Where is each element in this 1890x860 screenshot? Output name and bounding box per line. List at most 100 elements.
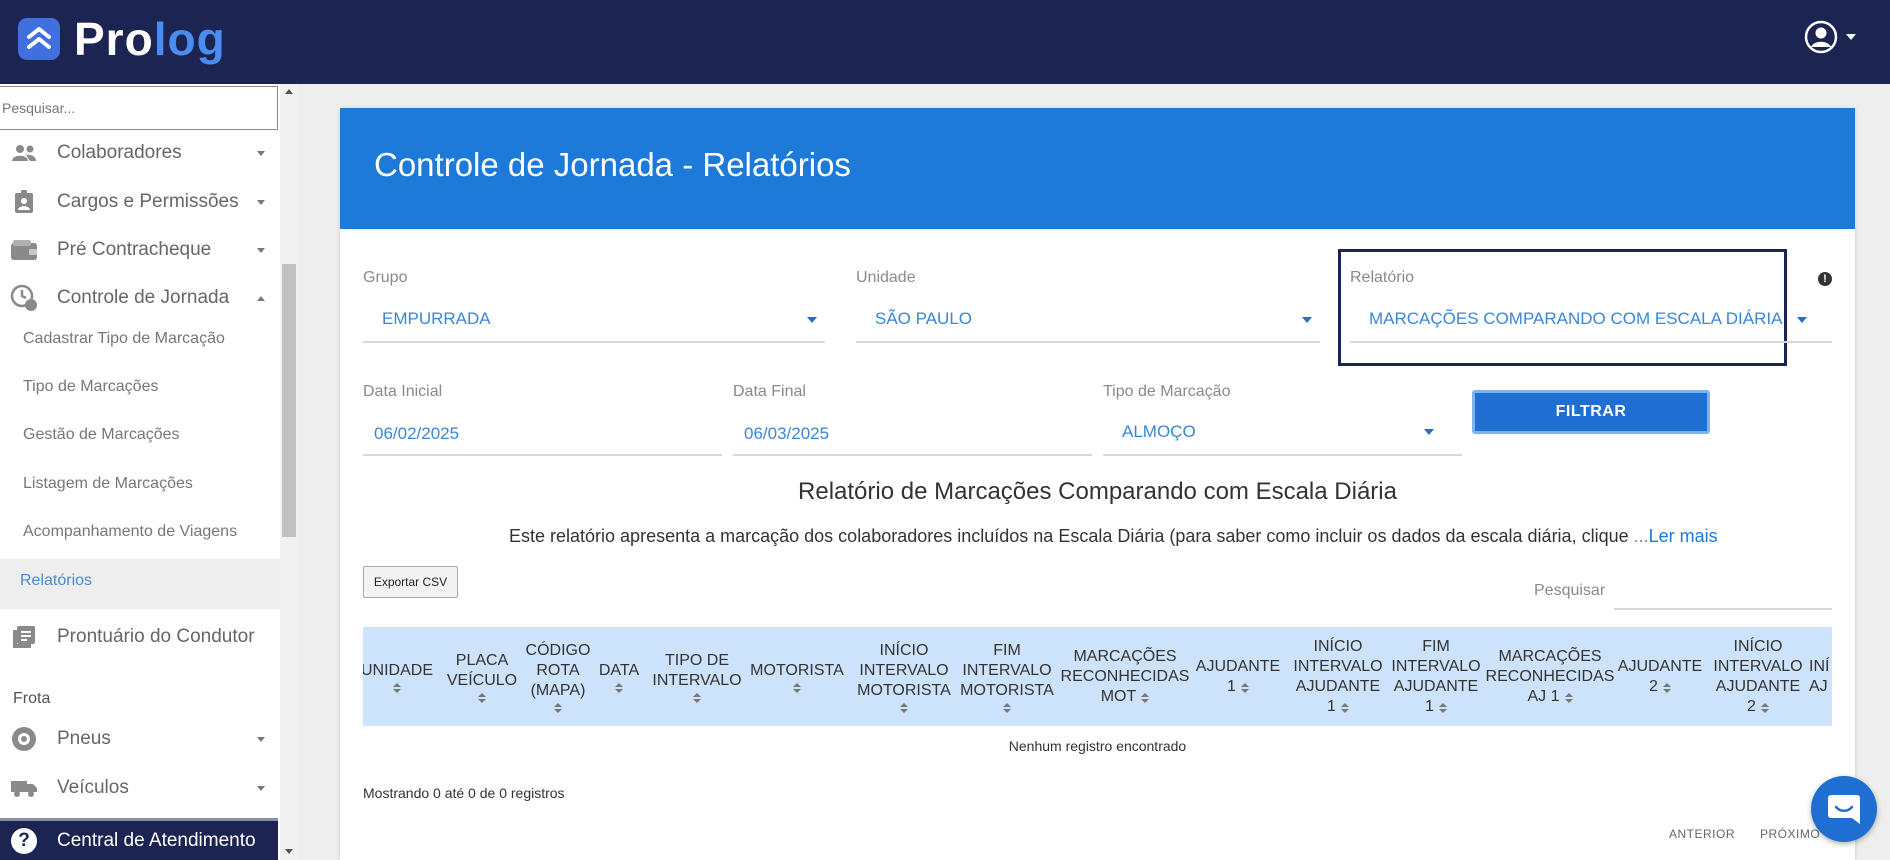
sidebar-subitem-acompanhamento[interactable]: Acompanhamento de Viagens [23, 523, 237, 541]
data-final-value: 06/03/2025 [744, 424, 830, 443]
info-icon[interactable]: ! [1818, 272, 1832, 286]
chevron-down-icon [807, 317, 817, 323]
sidebar-item-pre-contracheque[interactable]: Pré Contracheque [0, 230, 280, 270]
read-more-link[interactable]: Ler mais [1649, 526, 1718, 546]
pagination-prev-button[interactable]: ANTERIOR [1669, 827, 1735, 841]
filtrar-button[interactable]: FILTRAR [1472, 390, 1710, 434]
report-card: Controle de Jornada - Relatórios Grupo E… [340, 108, 1855, 860]
sidebar-search-input[interactable] [0, 86, 278, 130]
sort-icon [1240, 682, 1249, 693]
help-center-label: Central de Atendimento [57, 829, 256, 851]
report-description: Este relatório apresenta a marcação dos … [509, 526, 1718, 547]
help-center-button[interactable]: ? Central de Atendimento [0, 818, 278, 860]
sidebar-subitem-cadastrar-tipo[interactable]: Cadastrar Tipo de Marcação [23, 330, 225, 348]
unidade-underline [856, 341, 1320, 343]
data-final-underline [733, 454, 1092, 456]
column-header-motorista[interactable]: MOTORISTA [747, 627, 847, 726]
unidade-label: Unidade [856, 269, 916, 286]
relatorio-focus-outline [1338, 249, 1787, 366]
chevron-down-icon [257, 150, 265, 156]
document-list-icon [10, 623, 38, 651]
sidebar-item-label: Pneus [57, 728, 111, 749]
column-header-inicio-intervalo-motorista[interactable]: INÍCIO INTERVALO MOTORISTA [853, 627, 955, 726]
report-description-text: Este relatório apresenta a marcação dos … [509, 526, 1629, 546]
sort-icon [1141, 692, 1150, 703]
sidebar-item-label: Prontuário do Condutor [57, 626, 255, 647]
sidebar-item-label: Pré Contracheque [57, 239, 212, 260]
column-header-unidade[interactable]: UNIDADE [363, 627, 433, 726]
data-inicial-label: Data Inicial [363, 383, 443, 400]
column-header-marcacoes-mot[interactable]: MARCAÇÕES RECONHECIDAS MOT [1060, 627, 1190, 726]
sidebar-item-controle-jornada[interactable]: Controle de Jornada [0, 278, 280, 318]
tire-icon [10, 725, 38, 753]
sidebar-item-prontuario[interactable]: Prontuário do Condutor [0, 617, 280, 657]
sidebar-item-veiculos[interactable]: Veículos [0, 768, 280, 808]
sidebar-item-label: Colaboradores [57, 142, 182, 163]
chevron-down-icon [257, 247, 265, 253]
sidebar-item-label: Veículos [57, 777, 129, 798]
sort-icon [478, 692, 486, 703]
empty-table-message: Nenhum registro encontrado [1008, 738, 1187, 754]
scroll-down-arrow-icon[interactable] [285, 849, 293, 854]
column-header-ajudante-1[interactable]: AJUDANTE 1 [1191, 627, 1285, 726]
column-header-tipo-intervalo[interactable]: TIPO DE INTERVALO [650, 627, 744, 726]
chevron-down-icon [257, 785, 265, 791]
data-inicial-value: 06/02/2025 [374, 424, 460, 443]
column-header-codigo-rota[interactable]: CÓDIGO ROTA (MAPA) [525, 627, 591, 726]
sidebar-item-colaboradores[interactable]: Colaboradores [0, 133, 280, 173]
truck-icon [10, 774, 38, 802]
grupo-label: Grupo [363, 269, 408, 286]
sidebar-subitem-tipo-marcacoes[interactable]: Tipo de Marcações [23, 378, 158, 396]
report-title: Relatório de Marcações Comparando com Es… [798, 478, 1397, 505]
tipo-marcacao-value: ALMOÇO [1122, 422, 1196, 441]
data-final-label: Data Final [733, 383, 806, 400]
pagination-next-button[interactable]: PRÓXIMO [1760, 827, 1820, 841]
sidebar-item-label: Controle de Jornada [57, 287, 230, 308]
column-header-placa[interactable]: PLACA VEÍCULO [447, 627, 517, 726]
sidebar-scrollbar[interactable] [280, 84, 298, 860]
sidebar-subitem-relatorios[interactable]: Relatórios [20, 572, 92, 590]
chevron-down-icon [257, 199, 265, 205]
column-header-truncated[interactable]: INÍ AJ [1809, 627, 1832, 726]
sidebar-subitem-listagem[interactable]: Listagem de Marcações [23, 475, 193, 493]
export-csv-button[interactable]: Exportar CSV [363, 566, 458, 598]
sort-icon [1340, 702, 1349, 713]
user-menu[interactable] [1804, 20, 1856, 54]
sidebar-item-cargos[interactable]: Cargos e Permissões [0, 182, 280, 222]
scrollbar-thumb[interactable] [282, 264, 296, 537]
table-search-input[interactable] [1614, 608, 1832, 610]
wallet-icon [10, 236, 38, 264]
chat-widget-button[interactable] [1811, 776, 1877, 842]
sort-icon [1438, 702, 1447, 713]
prolog-logo[interactable]: Prolog [18, 16, 226, 62]
card-header: Controle de Jornada - Relatórios [340, 108, 1855, 229]
chevron-down-icon [1302, 317, 1312, 323]
relatorio-label: Relatório [1350, 269, 1415, 286]
page-title: Controle de Jornada - Relatórios [374, 146, 851, 183]
column-header-fim-intervalo-aj1[interactable]: FIM INTERVALO AJUDANTE 1 [1385, 627, 1487, 726]
sidebar-item-pneus[interactable]: Pneus [0, 719, 280, 759]
relatorio-value: MARCAÇÕES COMPARANDO COM ESCALA DIÁRIA [1369, 309, 1783, 328]
column-header-inicio-intervalo-aj2[interactable]: INÍCIO INTERVALO AJUDANTE 2 [1707, 627, 1809, 726]
grupo-value: EMPURRADA [382, 309, 491, 328]
column-header-fim-intervalo-motorista[interactable]: FIM INTERVALO MOTORISTA [956, 627, 1058, 726]
help-icon: ? [11, 827, 37, 854]
column-header-inicio-intervalo-aj1[interactable]: INÍCIO INTERVALO AJUDANTE 1 [1287, 627, 1389, 726]
tipo-marcacao-underline [1103, 454, 1462, 456]
scroll-up-arrow-icon[interactable] [285, 89, 293, 94]
column-header-marcacoes-aj1[interactable]: MARCAÇÕES RECONHECIDAS AJ 1 [1485, 627, 1615, 726]
sidebar-section-frota: Frota [13, 690, 51, 707]
column-header-data[interactable]: DATA [594, 627, 644, 726]
sort-icon [554, 702, 562, 713]
grupo-underline [363, 341, 825, 343]
chevron-down-icon [1797, 317, 1807, 323]
sidebar-subitem-gestao[interactable]: Gestão de Marcações [23, 426, 180, 444]
column-header-ajudante-2[interactable]: AJUDANTE 2 [1613, 627, 1707, 726]
top-navbar: Prolog [0, 0, 1890, 84]
sort-icon [393, 682, 401, 693]
sidebar-item-label: Cargos e Permissões [57, 191, 239, 212]
chevron-down-icon [1424, 429, 1434, 435]
prolog-logo-icon [18, 18, 60, 60]
sort-icon [1662, 682, 1671, 693]
sort-icon [1760, 702, 1769, 713]
